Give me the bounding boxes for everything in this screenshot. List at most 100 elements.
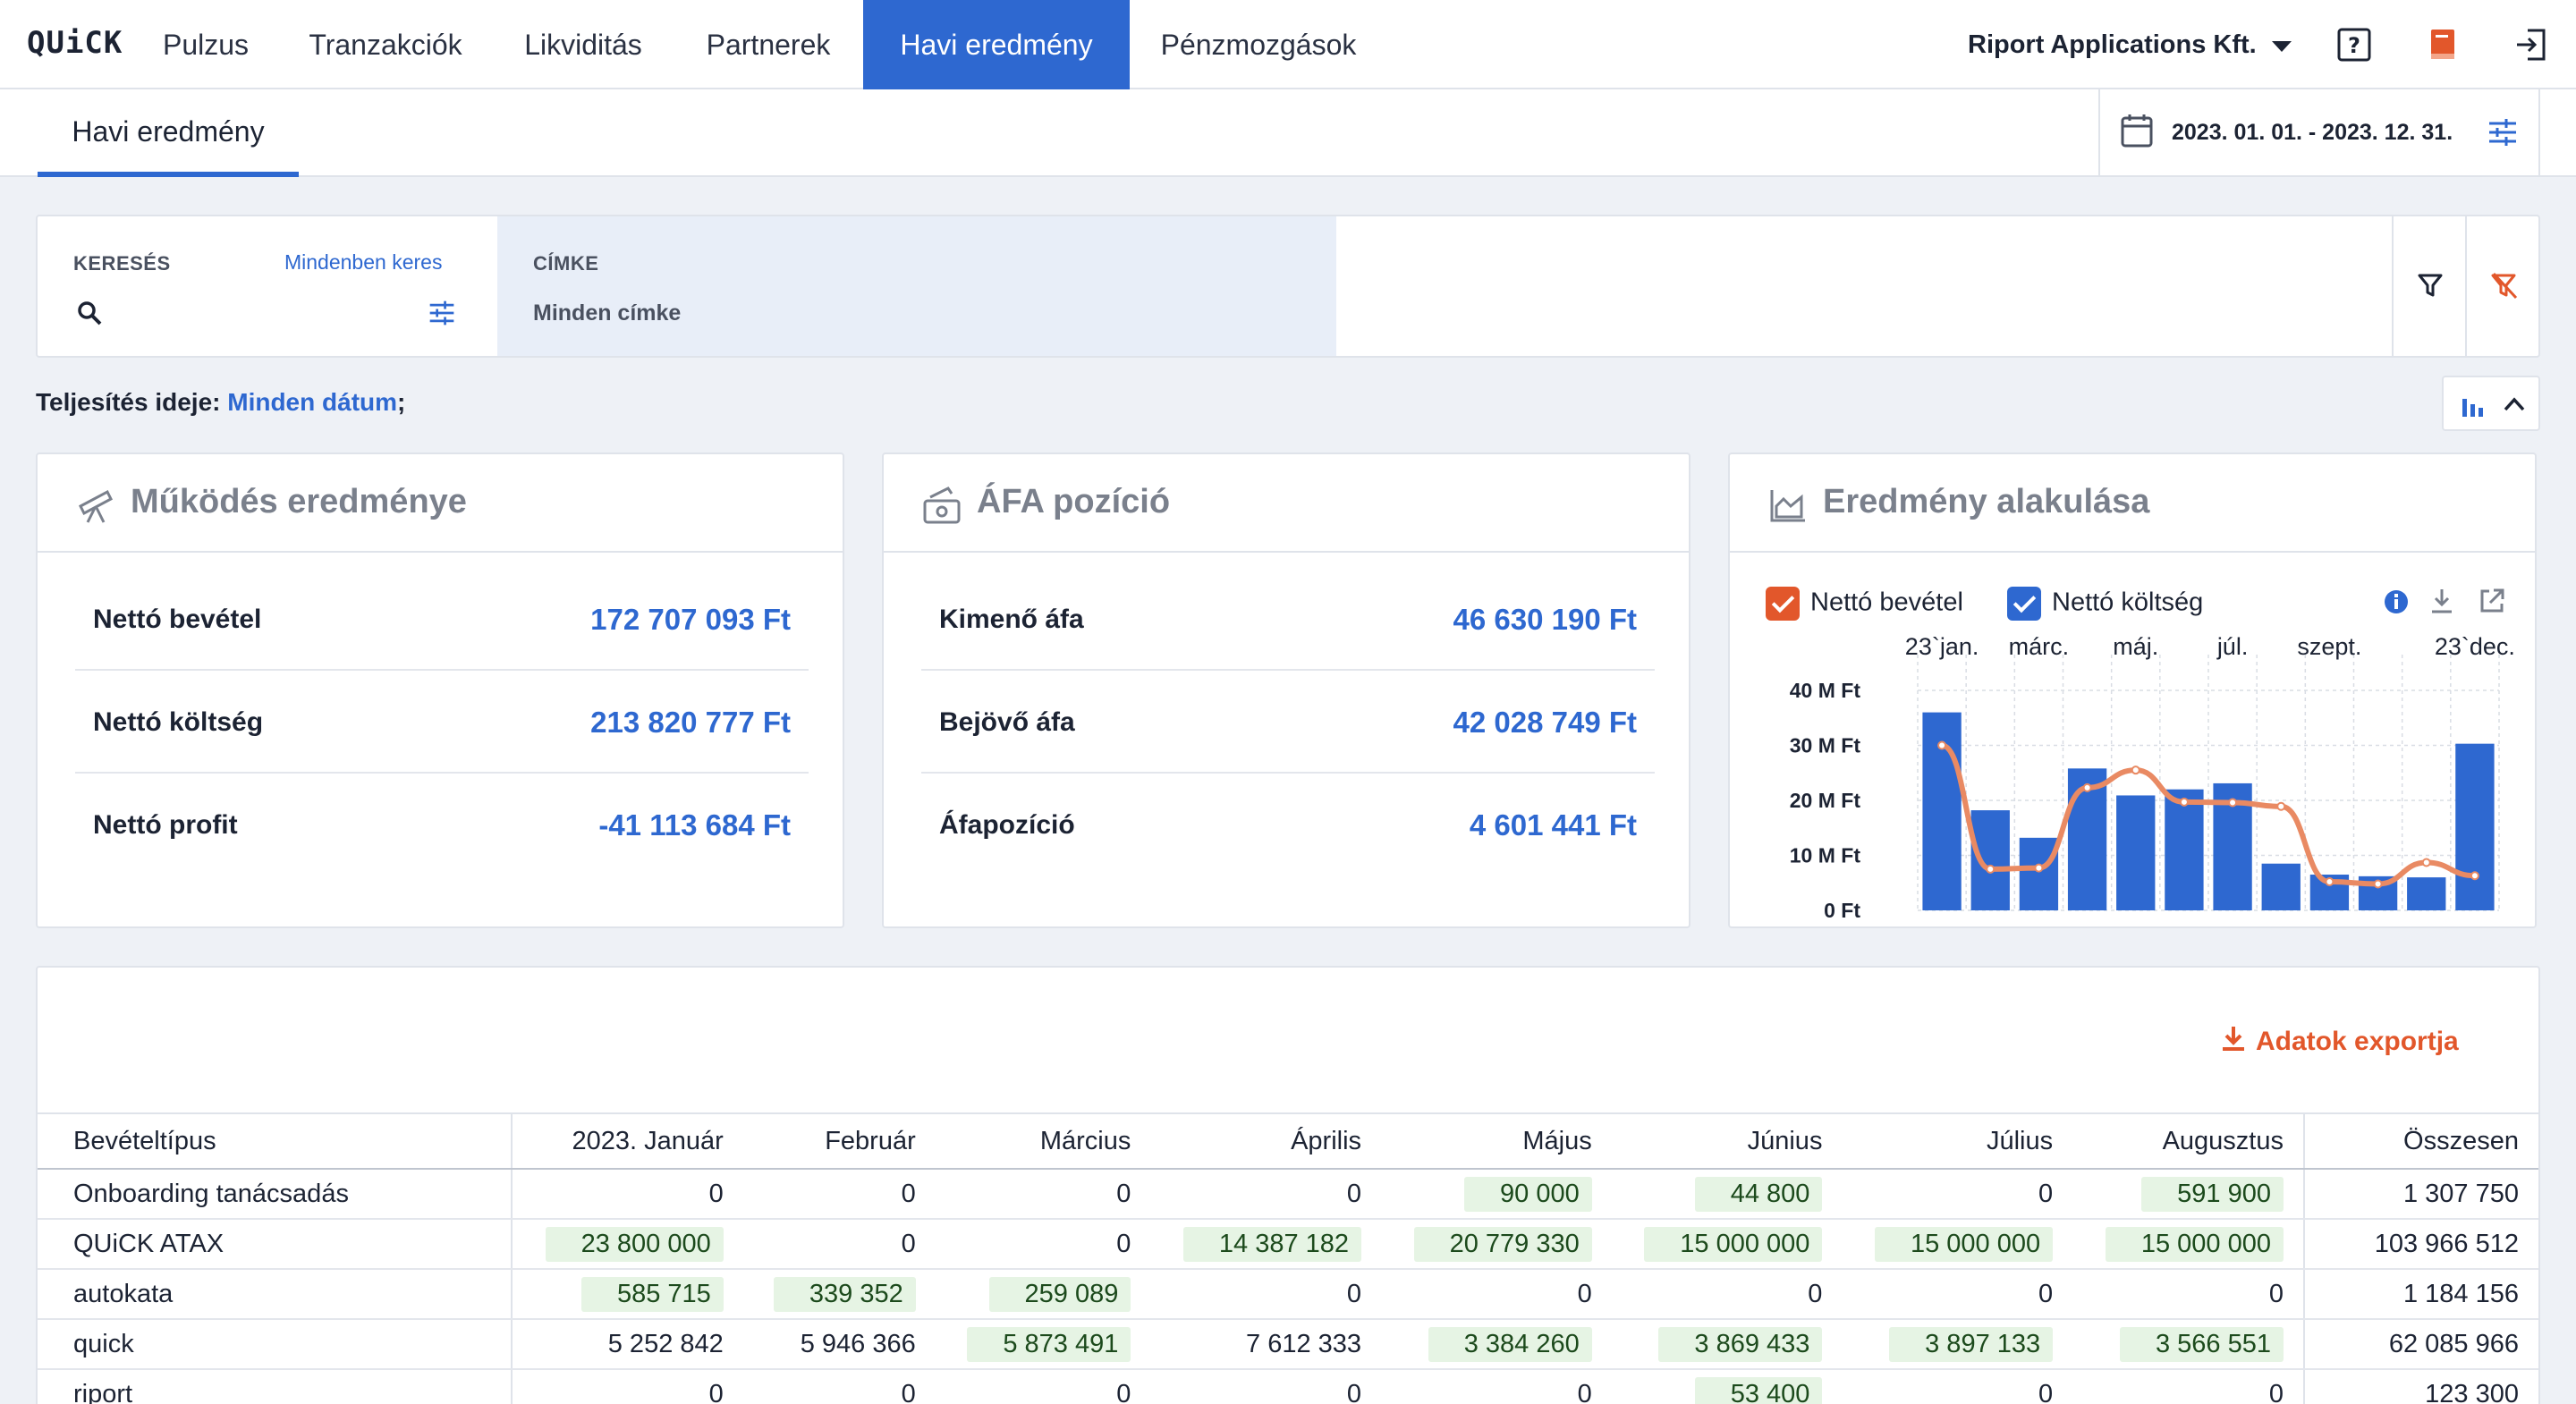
cell-value: 5 946 366	[800, 1329, 916, 1358]
value-cell[interactable]: 0	[1611, 1269, 1843, 1320]
date-range-picker[interactable]: 2023. 01. 01. - 2023. 12. 31.	[2098, 89, 2540, 177]
value-cell[interactable]: 20 779 330	[1381, 1219, 1612, 1270]
value-cell[interactable]: 0	[1842, 1269, 2073, 1320]
search-options-icon[interactable]	[428, 299, 456, 327]
value-cell[interactable]: 0	[512, 1169, 743, 1220]
value-cell[interactable]: 5 252 842	[512, 1319, 743, 1370]
value-cell[interactable]: 0	[1150, 1169, 1382, 1220]
performance-date-filter: Teljesítés ideje: Minden dátum;	[36, 388, 405, 417]
y-tick-label: 0 Ft	[1824, 899, 1860, 922]
value-cell[interactable]: 0	[512, 1369, 743, 1404]
download-icon[interactable]	[2428, 587, 2456, 615]
value-cell[interactable]: 53 400	[1611, 1369, 1843, 1404]
value-cell[interactable]: 7 612 333	[1150, 1319, 1382, 1370]
value-cell[interactable]: 0	[2072, 1269, 2304, 1320]
external-link-icon[interactable]	[2478, 587, 2506, 615]
kv-label: Bejövő áfa	[939, 707, 1075, 737]
column-header[interactable]: Június	[1611, 1112, 1843, 1170]
value-cell[interactable]: 44 800	[1611, 1169, 1843, 1220]
settings-sliders-icon[interactable]	[2487, 116, 2519, 148]
clear-filter-button[interactable]	[2465, 216, 2540, 356]
app-logo[interactable]: QUiCK	[27, 25, 123, 61]
value-cell[interactable]: 15 000 000	[2072, 1219, 2304, 1270]
value-cell[interactable]: 14 387 182	[1150, 1219, 1382, 1270]
cell-value: 3 384 260	[1428, 1326, 1592, 1362]
info-icon[interactable]	[2383, 588, 2410, 615]
column-header[interactable]: Március	[935, 1112, 1151, 1170]
tab-havi-eredmeny[interactable]: Havi eredmény	[38, 89, 299, 177]
book-icon[interactable]	[2426, 27, 2462, 63]
value-cell[interactable]: 0	[1381, 1369, 1612, 1404]
value-cell[interactable]: 585 715	[512, 1269, 743, 1320]
nav-item-likviditas[interactable]: Likviditás	[506, 0, 660, 89]
search-scope-link[interactable]: Mindenben keres	[284, 250, 442, 275]
value-cell[interactable]: 15 000 000	[1611, 1219, 1843, 1270]
logout-icon[interactable]	[2513, 27, 2549, 63]
performance-value[interactable]: Minden dátum	[227, 388, 397, 416]
legend-netto-koltseg[interactable]: Nettó költség	[2007, 587, 2203, 621]
value-cell[interactable]: 0	[742, 1169, 936, 1220]
value-cell[interactable]: 0	[2072, 1369, 2304, 1404]
value-cell[interactable]: 591 900	[2072, 1169, 2304, 1220]
checkbox-checked-icon[interactable]	[2007, 587, 2041, 621]
nav-item-pulzus[interactable]: Pulzus	[143, 0, 268, 89]
value-cell[interactable]: 23 800 000	[512, 1219, 743, 1270]
nav-item-penzmozgasok[interactable]: Pénzmozgások	[1147, 0, 1370, 89]
value-cell[interactable]: 0	[935, 1369, 1151, 1404]
value-cell[interactable]: 0	[1150, 1369, 1382, 1404]
nav-item-tranzakciok[interactable]: Tranzakciók	[292, 0, 479, 89]
value-cell[interactable]: 0	[1842, 1369, 2073, 1404]
value-cell[interactable]: 0	[1150, 1269, 1382, 1320]
column-header[interactable]: Összesen	[2303, 1112, 2538, 1170]
value-cell[interactable]: 3 566 551	[2072, 1319, 2304, 1370]
column-header[interactable]: Bevételtípus	[38, 1112, 513, 1170]
value-cell[interactable]: 5 946 366	[742, 1319, 936, 1370]
legend-netto-bevetel[interactable]: Nettó bevétel	[1766, 587, 1963, 621]
column-header[interactable]: Május	[1381, 1112, 1612, 1170]
value-cell[interactable]: 0	[1381, 1269, 1612, 1320]
x-tick-label: júl.	[2216, 633, 2249, 660]
value-cell[interactable]: 0	[935, 1219, 1151, 1270]
export-button[interactable]: Adatok exportja	[2220, 1025, 2459, 1057]
nav-item-havi-eredmeny[interactable]: Havi eredmény	[863, 0, 1130, 89]
nav-item-partnerek[interactable]: Partnerek	[685, 0, 852, 89]
cell-value: 20 779 330	[1413, 1226, 1592, 1262]
value-cell[interactable]: 3 897 133	[1842, 1319, 2073, 1370]
value-cell[interactable]: 90 000	[1381, 1169, 1612, 1220]
search-icon[interactable]	[75, 299, 104, 327]
line-point	[2325, 877, 2334, 887]
table-row[interactable]: quick 5 252 842 5 946 366 5 873 491 7 612 33…	[38, 1319, 2538, 1370]
kv-value: 213 820 777 Ft	[590, 706, 791, 739]
checkbox-checked-icon[interactable]	[1766, 587, 1800, 621]
value-cell[interactable]: 0	[1842, 1169, 2073, 1220]
help-icon[interactable]: ?	[2336, 27, 2372, 63]
column-header[interactable]: Április	[1150, 1112, 1382, 1170]
chevron-down-icon[interactable]	[2272, 41, 2292, 52]
value-cell[interactable]: 3 869 433	[1611, 1319, 1843, 1370]
table-row[interactable]: riport 0 0 0 0 0 53 400 0 0 123 300	[38, 1369, 2538, 1404]
kv-value: 46 630 190 Ft	[1453, 603, 1637, 636]
value-cell[interactable]: 5 873 491	[935, 1319, 1151, 1370]
column-header[interactable]: Február	[742, 1112, 936, 1170]
value-cell[interactable]: 0	[742, 1219, 936, 1270]
table-row[interactable]: Onboarding tanácsadás 0 0 0 0 90 000 44 800 0 59…	[38, 1169, 2538, 1220]
value-cell[interactable]: 0	[935, 1169, 1151, 1220]
table-row[interactable]: QUiCK ATAX 23 800 000 0 0 14 387 182 20 779 3…	[38, 1219, 2538, 1270]
column-header[interactable]: Augusztus	[2072, 1112, 2304, 1170]
cell-value: 15 000 000	[2105, 1226, 2284, 1262]
filter-button[interactable]	[2392, 216, 2467, 356]
chart-toggle[interactable]	[2442, 376, 2540, 431]
export-label: Adatok exportja	[2256, 1027, 2459, 1056]
column-header[interactable]: Július	[1842, 1112, 2073, 1170]
company-selector[interactable]: Riport Applications Kft.	[1968, 0, 2257, 89]
tag-filter[interactable]: CÍMKE Minden címke	[497, 216, 1336, 356]
value-cell[interactable]: 3 384 260	[1381, 1319, 1612, 1370]
line-point	[2421, 858, 2431, 867]
value-cell[interactable]: 339 352	[742, 1269, 936, 1320]
value-cell[interactable]: 15 000 000	[1842, 1219, 2073, 1270]
table-row[interactable]: autokata 585 715 339 352 259 089 0 0 0 0 0 1 184 …	[38, 1269, 2538, 1320]
bar	[2455, 743, 2495, 910]
value-cell[interactable]: 259 089	[935, 1269, 1151, 1320]
column-header[interactable]: 2023. Január	[512, 1112, 743, 1170]
value-cell[interactable]: 0	[742, 1369, 936, 1404]
